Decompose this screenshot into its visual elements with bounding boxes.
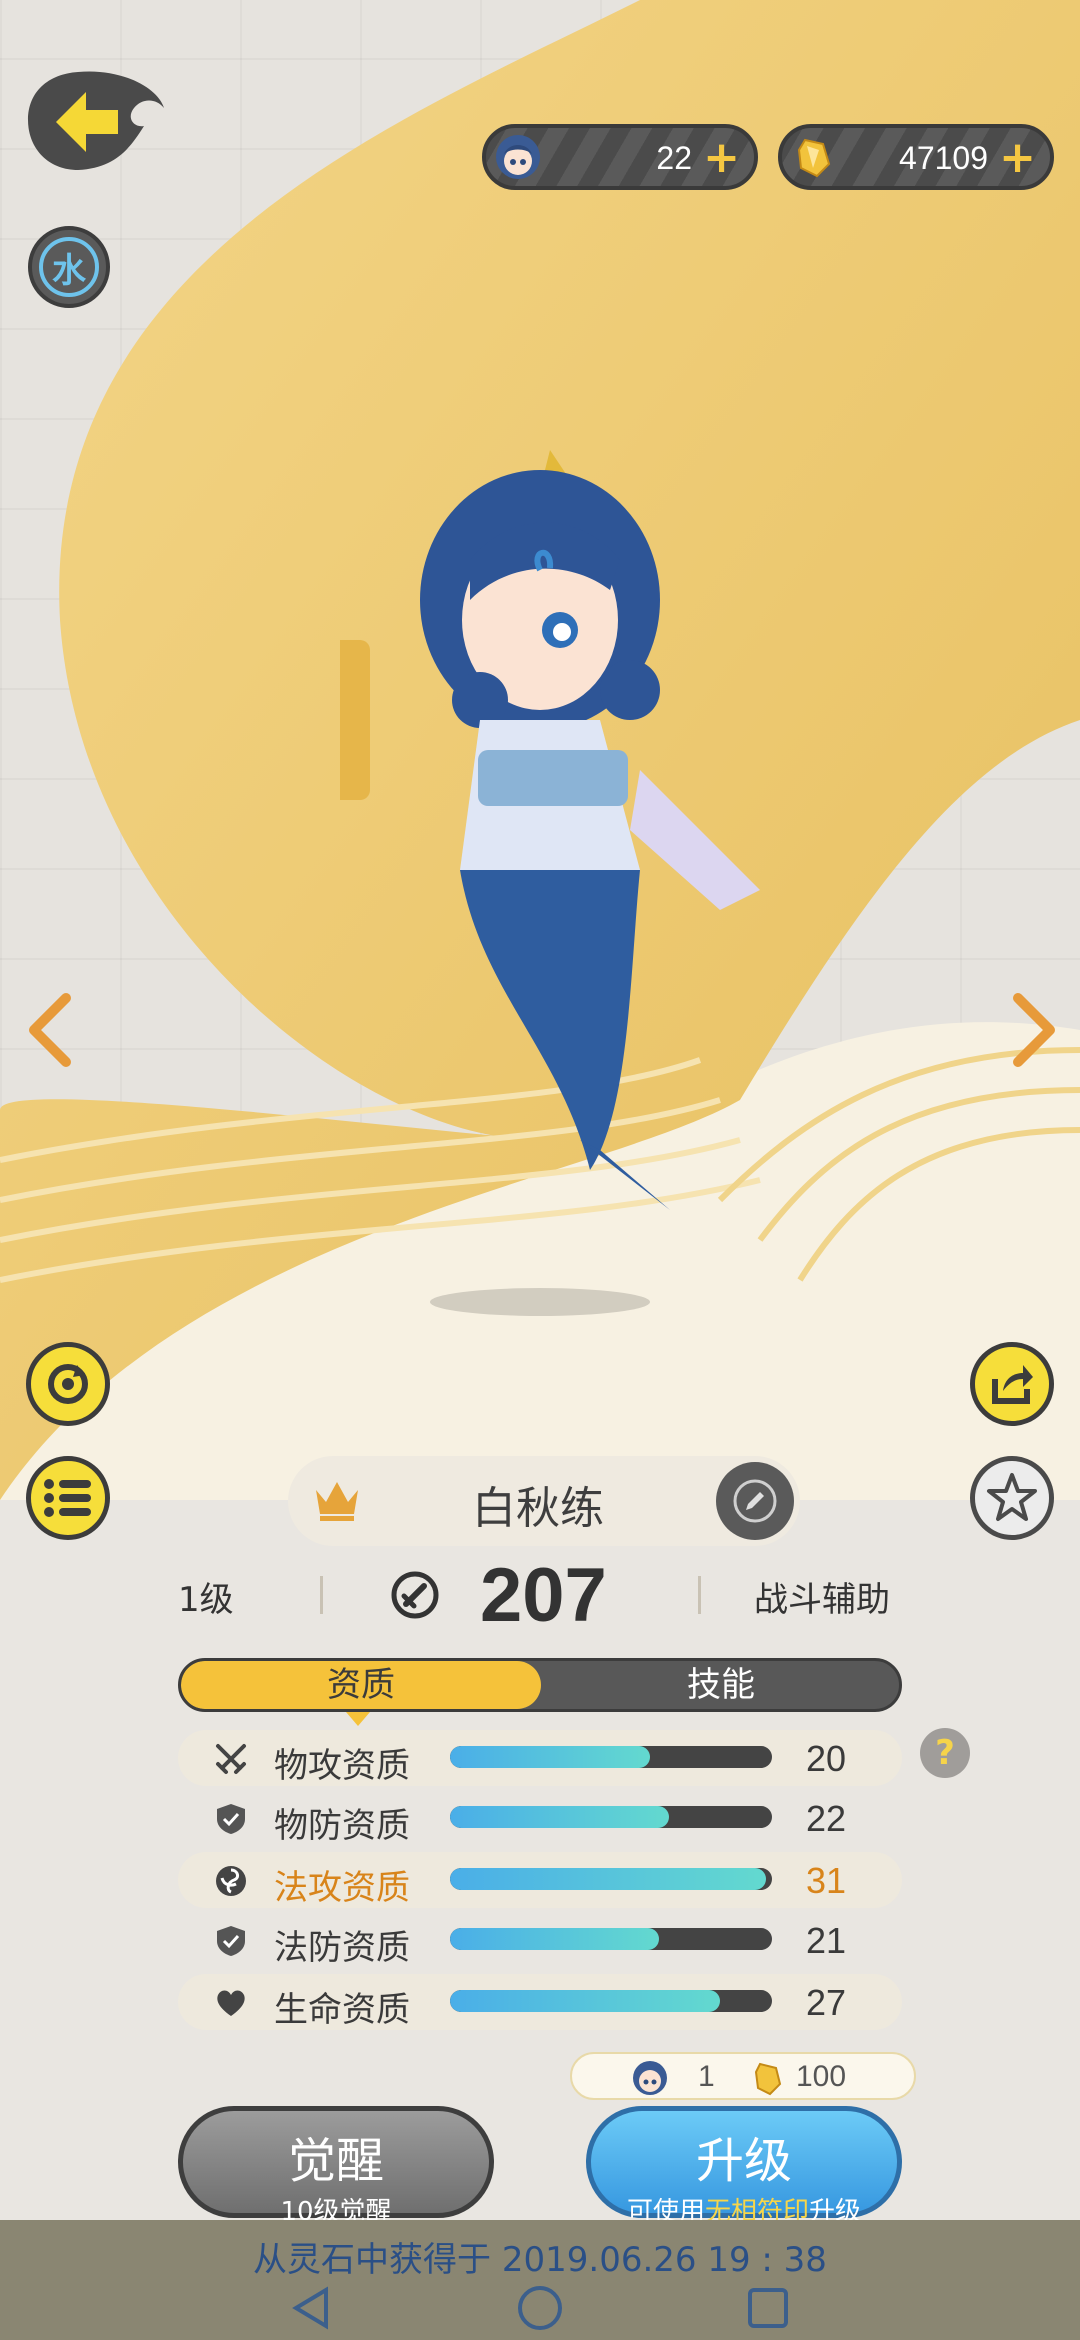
attribute-bar [450,1806,772,1828]
list-icon [44,1479,91,1517]
refresh-icon [48,1364,88,1404]
detail-tabs: 资质 技能 [178,1658,902,1712]
spirit-face-icon [492,131,544,183]
attribute-row-magic-defense: 法防资质 21 [178,1912,902,1968]
upgrade-cost: 1 100 [570,2052,916,2100]
attribute-label: 法防资质 [274,1928,410,1968]
combat-power: 207 [480,1553,607,1638]
nav-back-icon[interactable] [292,2286,328,2330]
nav-recents-icon[interactable] [748,2288,788,2328]
menu-button[interactable] [26,1456,110,1540]
add-spirit-button[interactable]: + [703,134,740,182]
attribute-value: 22 [806,1798,847,1839]
chevron-right-icon [1013,993,1055,1067]
pet-role: 战斗辅助 [754,1580,890,1620]
upgrade-label: 升级 [695,2133,792,2189]
crown-icon [316,1482,358,1521]
attribute-value: 31 [806,1860,847,1901]
attribute-bar [450,1928,772,1950]
awaken-button[interactable]: 觉醒 10级觉醒 [178,2106,494,2227]
attribute-row-health: 生命资质 27 [178,1974,902,2030]
cost-spirit-amount: 1 [698,2060,715,2093]
pet-name-plate: 白秋练 [288,1456,800,1546]
pet-stats-row: 1级 207 战斗辅助 [0,1548,1080,1638]
system-nav-bar [292,2286,788,2330]
divider [320,1576,323,1614]
tab-skills[interactable]: 技能 [541,1661,899,1709]
heart-icon [217,1990,245,2016]
gold-crystal-icon [788,131,840,183]
previous-pet-button[interactable] [20,990,80,1070]
attribute-row-physical-defense: 物防资质 22 [178,1790,902,1846]
aptitude-help-button[interactable]: ? [920,1728,970,1778]
spirit-count: 22 [656,140,692,176]
upgrade-button[interactable]: 升级 可使用无相符印升级 [586,2106,902,2227]
attribute-bar [450,1746,772,1768]
next-pet-button[interactable] [1004,990,1064,1070]
divider [698,1576,701,1614]
attribute-label: 物防资质 [274,1806,410,1846]
nav-home-icon[interactable] [518,2286,562,2330]
spirit-face-icon [633,2061,667,2095]
attribute-label: 法攻资质 [274,1868,410,1908]
shield-icon [217,1926,245,1956]
attribute-bar [450,1990,772,2012]
gold-currency[interactable]: 47109 + [778,124,1054,190]
pencil-icon [733,1479,777,1523]
back-arrow-icon [28,71,164,170]
cost-gold-amount: 100 [796,2060,847,2093]
add-gold-button[interactable]: + [999,134,1036,182]
attribute-label: 生命资质 [274,1990,410,2030]
awaken-label: 觉醒 [287,2133,384,2189]
combat-power-icon [391,1571,439,1619]
shield-icon [217,1804,245,1834]
attribute-row-physical-attack: 物攻资质 20 [178,1730,902,1786]
acquisition-info: 从灵石中获得于 2019.06.26 19 : 38 [253,2240,827,2280]
rename-button[interactable] [716,1462,794,1540]
attribute-label: 物攻资质 [274,1746,410,1786]
attribute-bar-fill [450,1928,660,1950]
element-badge[interactable]: 水 [28,226,110,308]
gold-count: 47109 [899,140,988,176]
attribute-value: 21 [806,1920,847,1961]
pet-level: 1级 [178,1580,234,1620]
water-element-icon: 水 [39,237,99,297]
tab-pointer [346,1712,370,1726]
footer: 从灵石中获得于 2019.06.26 19 : 38 [0,2220,1080,2340]
crossed-swords-icon [216,1744,246,1774]
attribute-bar-fill [450,1868,766,1890]
back-button[interactable] [26,68,166,178]
attribute-bar [450,1868,772,1890]
attribute-value: 27 [806,1982,847,2023]
spirit-currency[interactable]: 22 + [482,124,758,190]
gold-crystal-icon [754,2062,782,2096]
attribute-bar-fill [450,1990,721,2012]
star-icon [987,1473,1037,1521]
share-button[interactable] [970,1342,1054,1426]
chevron-left-icon [29,993,71,1067]
pet-name: 白秋练 [472,1483,604,1534]
attribute-row-magic-attack: 法攻资质 31 [178,1852,902,1908]
refresh-button[interactable] [26,1342,110,1426]
attribute-value: 20 [806,1738,847,1779]
character-illustration[interactable] [340,450,800,1230]
attribute-bar-fill [450,1746,650,1768]
attribute-bar-fill [450,1806,669,1828]
share-icon [992,1365,1033,1404]
favorite-button[interactable] [970,1456,1054,1540]
swirl-icon [216,1866,246,1896]
tab-aptitude[interactable]: 资质 [181,1661,541,1709]
